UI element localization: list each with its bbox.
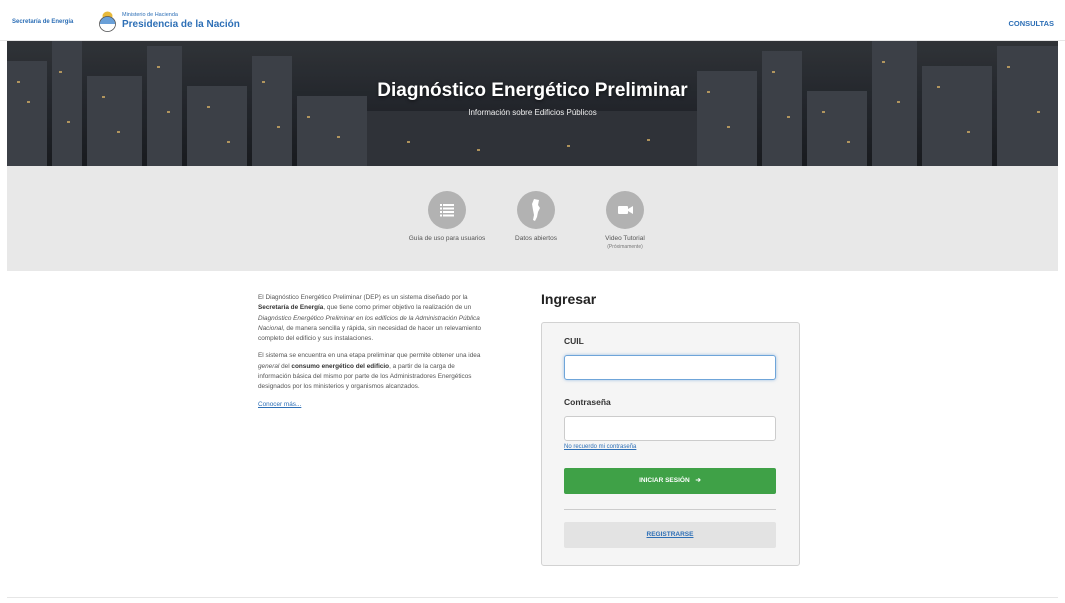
argentina-coat-of-arms-icon xyxy=(99,11,116,32)
login-divider xyxy=(564,509,776,510)
quick-link-label: Datos abiertos xyxy=(515,235,557,242)
consultas-link[interactable]: CONSULTAS xyxy=(1008,19,1054,28)
arrow-right-icon: ➔ xyxy=(695,477,701,484)
hero-banner: Diagnóstico Energético Preliminar Inform… xyxy=(7,41,1058,166)
footer-divider xyxy=(7,597,1058,598)
top-bar: Secretaría de Energía Ministerio de Haci… xyxy=(0,0,1065,41)
quick-link-guia[interactable]: Guía de uso para usuarios xyxy=(407,191,487,243)
login-button[interactable]: INICIAR SESIÓN ➔ xyxy=(564,468,776,494)
quick-link-label: Video Tutorial xyxy=(605,235,645,242)
page-subtitle: Información sobre Edificios Públicos xyxy=(468,108,597,117)
secretaria-logo-text[interactable]: Secretaría de Energía xyxy=(12,19,73,25)
quick-link-note: (Próximamente) xyxy=(607,244,643,250)
quick-link-datos-abiertos[interactable]: Datos abiertos xyxy=(496,191,576,243)
list-icon xyxy=(428,191,466,229)
quick-links-band: Guía de uso para usuarios Datos abiertos… xyxy=(7,166,1058,271)
city-skyline-image xyxy=(7,41,1058,166)
ministerio-text: Ministerio de Hacienda xyxy=(122,12,178,18)
forgot-password-link[interactable]: No recuerdo mi contraseña xyxy=(564,444,636,450)
password-input[interactable] xyxy=(564,416,776,441)
quick-link-label: Guía de uso para usuarios xyxy=(408,235,486,242)
argentina-map-icon xyxy=(517,191,555,229)
login-title: Ingresar xyxy=(541,291,597,307)
page-title: Diagnóstico Energético Preliminar xyxy=(377,80,688,101)
intro-text: El Diagnóstico Energético Preliminar (DE… xyxy=(258,293,486,417)
intro-paragraph-2: El sistema se encuentra en una etapa pre… xyxy=(258,352,481,391)
register-button[interactable]: REGISTRARSE xyxy=(564,522,776,548)
conocer-mas-link[interactable]: Conocer más... xyxy=(258,401,301,408)
presidencia-logo-text[interactable]: Presidencia de la Nación xyxy=(122,19,240,30)
cuil-label: CUIL xyxy=(564,336,584,346)
password-label: Contraseña xyxy=(564,397,611,407)
cuil-input[interactable] xyxy=(564,355,776,380)
login-button-label: INICIAR SESIÓN xyxy=(639,477,690,484)
quick-link-video-tutorial[interactable]: Video Tutorial (Próximamente) xyxy=(585,191,665,251)
video-camera-icon xyxy=(606,191,644,229)
intro-paragraph-1: El Diagnóstico Energético Preliminar (DE… xyxy=(258,294,482,343)
